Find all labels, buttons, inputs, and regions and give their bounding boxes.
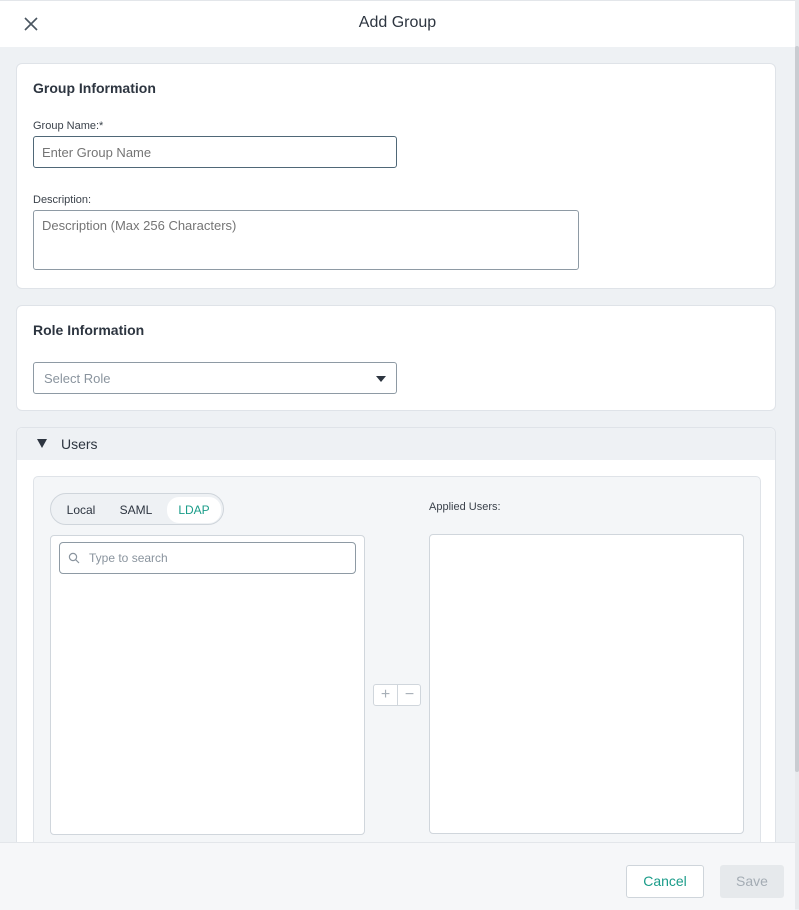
search-placeholder: Type to search [89,551,168,565]
chevron-down-icon [376,376,386,382]
dialog-title: Add Group [358,14,437,31]
users-section-title: Users [61,436,98,452]
applied-users-label: Applied Users: [429,501,501,513]
role-information-title: Role Information [33,322,145,338]
user-search-input[interactable]: Type to search [59,542,356,574]
users-card: Users Local SAML LDAP Type to search + −… [16,427,776,909]
tab-local[interactable]: Local [61,500,101,520]
available-users-list[interactable]: Type to search [50,535,365,835]
users-section-toggle[interactable]: Users [17,428,775,460]
cancel-button[interactable]: Cancel [626,865,704,898]
description-label: Description: [33,194,92,206]
add-user-button[interactable]: + [374,685,398,705]
save-button[interactable]: Save [720,865,784,898]
scrollbar-thumb[interactable] [795,46,799,772]
user-source-toggle: Local SAML LDAP [50,493,224,525]
users-picker: Local SAML LDAP Type to search + − Appli… [33,476,761,896]
tab-saml[interactable]: SAML [113,500,159,520]
applied-users-list[interactable] [429,534,744,834]
dialog-header: Add Group [0,0,795,47]
role-select[interactable]: Select Role [33,362,397,394]
group-name-label: Group Name:* [33,120,104,132]
description-textarea[interactable] [33,210,579,270]
group-information-title: Group Information [33,80,156,96]
role-select-placeholder: Select Role [44,371,111,386]
search-icon [68,552,80,564]
dialog-footer: Cancel Save [0,842,795,910]
collapse-triangle-icon [37,439,47,448]
group-name-input[interactable] [33,136,397,168]
tab-ldap[interactable]: LDAP [167,497,221,523]
remove-user-button[interactable]: − [398,685,421,705]
group-information-card: Group Information Group Name:* Descripti… [16,63,776,289]
add-remove-buttons: + − [373,684,421,706]
role-information-card: Role Information Select Role [16,305,776,411]
